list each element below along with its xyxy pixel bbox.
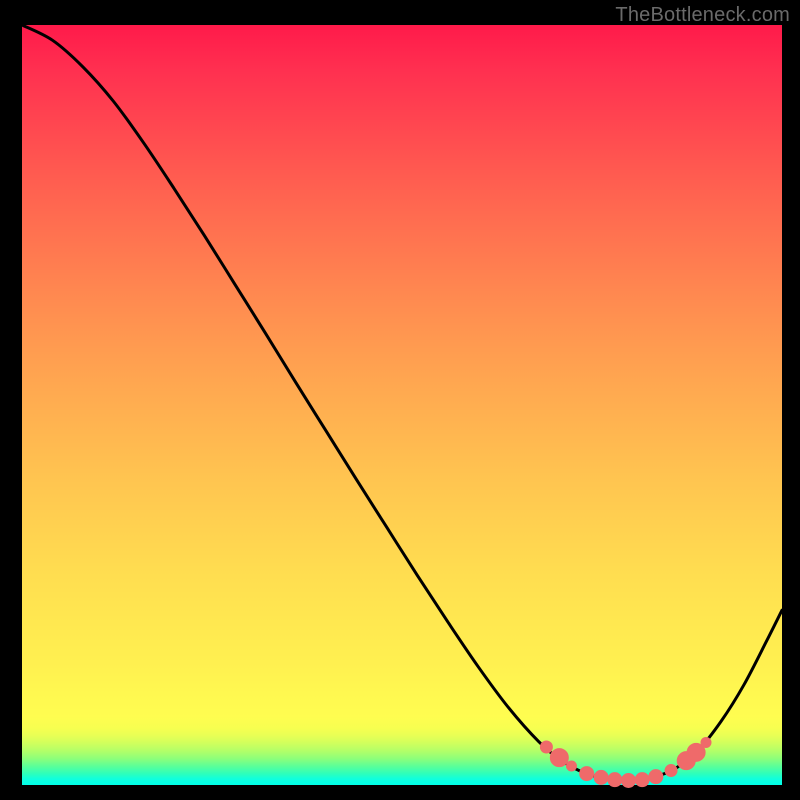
curve-marker xyxy=(566,761,576,771)
curve-markers xyxy=(540,737,711,787)
curve-marker xyxy=(701,737,711,747)
curve-marker xyxy=(594,770,608,784)
watermark-text: TheBottleneck.com xyxy=(615,4,790,27)
curve-marker xyxy=(621,773,635,787)
curve-marker xyxy=(635,773,649,787)
curve-marker xyxy=(649,770,663,784)
chart-container: { "watermark": "TheBottleneck.com", "pal… xyxy=(0,0,800,800)
curve-marker xyxy=(540,741,552,753)
curve-marker xyxy=(665,765,677,777)
curve-marker xyxy=(580,767,594,781)
plot-group xyxy=(22,25,782,787)
curve-marker xyxy=(608,773,622,787)
chart-svg xyxy=(0,0,800,800)
curve-marker xyxy=(550,749,568,767)
bottleneck-curve xyxy=(22,25,782,781)
